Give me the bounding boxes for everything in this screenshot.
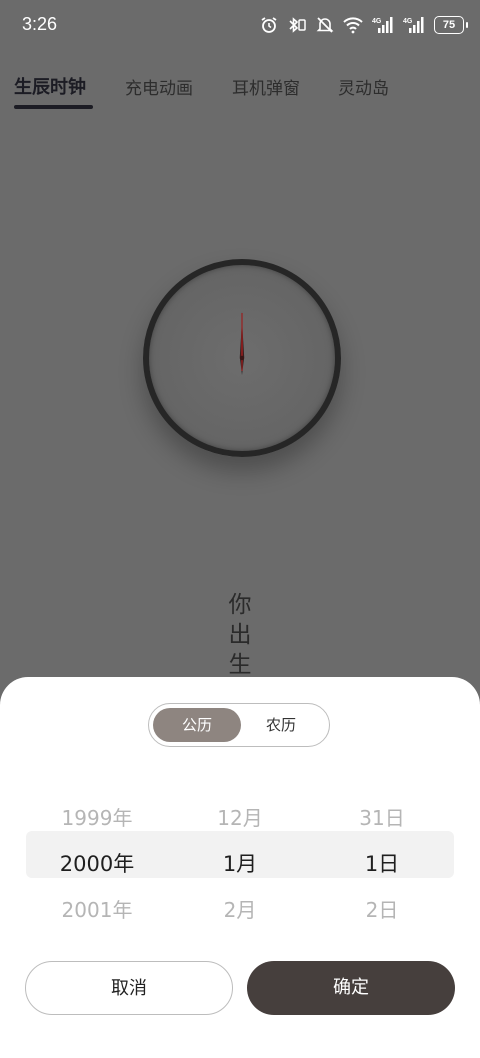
calendar-type-toggle: 公历 农历	[148, 703, 330, 747]
clock-hands	[239, 311, 245, 375]
tab-dynamic-island[interactable]: 灵动岛	[338, 74, 389, 99]
day-option[interactable]: 31日	[312, 795, 452, 841]
status-bar: 3:26 4G 4G 75	[0, 0, 480, 50]
year-option[interactable]: 1999年	[27, 795, 167, 841]
mute-bell-icon	[316, 16, 334, 34]
alarm-icon	[260, 16, 278, 34]
tab-active-indicator	[14, 105, 93, 109]
tab-earphone-popup[interactable]: 耳机弹窗	[232, 74, 300, 99]
battery-icon: 75	[434, 16, 468, 34]
svg-text:4G: 4G	[403, 18, 413, 25]
month-option[interactable]: 2月	[170, 887, 310, 933]
status-icons: 4G 4G 75	[260, 14, 468, 36]
day-wheel[interactable]: 31日 1日 2日	[312, 795, 452, 933]
clock-center-pin	[239, 355, 245, 361]
bluetooth-vibrate-icon	[287, 16, 307, 34]
year-option[interactable]: 2001年	[27, 887, 167, 933]
confirm-button[interactable]: 确定	[247, 961, 455, 1015]
wifi-icon	[343, 16, 363, 34]
year-wheel[interactable]: 1999年 2000年 2001年	[27, 795, 167, 933]
birth-clock	[143, 259, 341, 457]
solar-calendar-option[interactable]: 公历	[153, 708, 241, 742]
month-option[interactable]: 12月	[170, 795, 310, 841]
tab-bar: 生辰时钟 充电动画 耳机弹窗 灵动岛	[0, 66, 480, 112]
signal-4g-icon: 4G	[372, 16, 394, 34]
cancel-button[interactable]: 取消	[25, 961, 233, 1015]
birth-prompt-text: 你出生	[228, 592, 252, 678]
signal-4g-icon: 4G	[403, 16, 425, 34]
date-picker-sheet: 公历 农历 1999年 2000年 2001年 12月 1月 2月 31日 1日…	[0, 677, 480, 1058]
svg-text:4G: 4G	[372, 18, 382, 25]
day-option[interactable]: 2日	[312, 887, 452, 933]
tab-birth-clock[interactable]: 生辰时钟	[14, 73, 86, 99]
month-wheel[interactable]: 12月 1月 2月	[170, 795, 310, 933]
status-time: 3:26	[22, 14, 58, 34]
tab-charging-animation[interactable]: 充电动画	[125, 74, 193, 99]
month-option-selected[interactable]: 1月	[170, 841, 310, 887]
day-option-selected[interactable]: 1日	[312, 841, 452, 887]
lunar-calendar-option[interactable]: 农历	[237, 708, 325, 742]
year-option-selected[interactable]: 2000年	[27, 841, 167, 887]
